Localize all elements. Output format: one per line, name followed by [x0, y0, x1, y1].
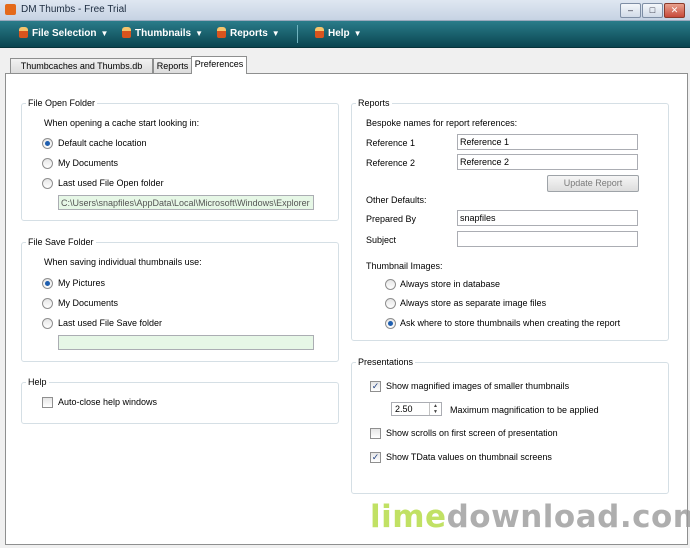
max-magnification-value: 2.50 [395, 404, 413, 414]
tab-reports[interactable]: Reports [153, 58, 192, 73]
help-title: Help [26, 377, 49, 387]
radio-label: Last used File Open folder [58, 178, 164, 188]
radio-label: My Pictures [58, 278, 106, 288]
autoclose-checkbox[interactable] [42, 397, 53, 408]
radio-my-pictures[interactable] [42, 278, 53, 289]
tab-thumbcaches[interactable]: Thumbcaches and Thumbs.db Files [10, 58, 153, 85]
menu-thumbnails[interactable]: Thumbnails ▼ [122, 27, 203, 41]
bucket-icon [315, 27, 324, 38]
close-button[interactable]: ✕ [664, 3, 685, 18]
radio-label: Ask where to store thumbnails when creat… [400, 318, 621, 328]
subject-label: Subject [366, 235, 397, 245]
radio-my-documents-save[interactable] [42, 298, 53, 309]
menu-label: Help [328, 28, 350, 39]
max-magnification-spinner[interactable]: 2.50 ▲ ▼ [391, 402, 442, 416]
reports-title: Reports [356, 98, 392, 108]
show-scrolls-label: Show scrolls on first screen of presenta… [386, 428, 558, 438]
bespoke-label: Bespoke names for report references: [366, 118, 518, 128]
subject-input[interactable] [457, 231, 638, 247]
bucket-icon [122, 27, 131, 38]
show-magnified-checkbox[interactable]: ✓ [370, 381, 381, 392]
file-save-path-field[interactable] [58, 335, 314, 350]
tab-preferences[interactable]: Preferences [191, 56, 247, 74]
file-open-title: File Open Folder [26, 98, 98, 108]
main-toolbar: File Selection ▼ Thumbnails ▼ Reports ▼ Hel… [0, 21, 690, 48]
file-open-path-field[interactable]: C:\Users\snapfiles\AppData\Local\Microso… [58, 195, 314, 210]
show-tdata-checkbox[interactable]: ✓ [370, 452, 381, 463]
menu-help[interactable]: Help ▼ [315, 27, 362, 41]
chevron-down-icon: ▼ [353, 29, 362, 38]
radio-label: Always store as separate image files [400, 298, 547, 308]
radio-last-open-folder[interactable] [42, 178, 53, 189]
menu-reports[interactable]: Reports ▼ [217, 27, 280, 41]
watermark-part1: lime [370, 499, 447, 535]
tab-strip: Thumbcaches and Thumbs.db Files Reports … [0, 56, 690, 85]
app-icon [5, 4, 16, 15]
preferences-panel: File Open Folder When opening a cache st… [5, 73, 688, 545]
radio-label: Last used File Save folder [58, 318, 163, 328]
menu-label: File Selection [32, 28, 97, 39]
minimize-button[interactable]: – [620, 3, 641, 18]
toolbar-separator [297, 25, 298, 43]
other-defaults-label: Other Defaults: [366, 195, 427, 205]
max-magnification-label: Maximum magnification to be applied [450, 405, 599, 415]
reference1-label: Reference 1 [366, 138, 416, 148]
window-title: DM Thumbs - Free Trial [21, 4, 127, 15]
chevron-down-icon: ▼ [195, 29, 204, 38]
menu-label: Reports [230, 28, 268, 39]
radio-label: Always store in database [400, 279, 501, 289]
thumbnail-images-label: Thumbnail Images: [366, 261, 443, 271]
prepared-by-input[interactable]: snapfiles [457, 210, 638, 226]
reference2-label: Reference 2 [366, 158, 416, 168]
reference1-input[interactable]: Reference 1 [457, 134, 638, 150]
radio-label: Default cache location [58, 138, 147, 148]
presentations-title: Presentations [356, 357, 416, 367]
menu-label: Thumbnails [135, 28, 192, 39]
show-scrolls-checkbox[interactable] [370, 428, 381, 439]
update-report-button[interactable]: Update Report [547, 175, 639, 192]
menu-file-selection[interactable]: File Selection ▼ [19, 27, 108, 41]
reference2-input[interactable]: Reference 2 [457, 154, 638, 170]
file-save-title: File Save Folder [26, 237, 96, 247]
show-tdata-label: Show TData values on thumbnail screens [386, 452, 552, 462]
bucket-icon [217, 27, 226, 38]
prepared-by-label: Prepared By [366, 214, 417, 224]
autoclose-label: Auto-close help windows [58, 397, 158, 407]
radio-last-save-folder[interactable] [42, 318, 53, 329]
radio-label: My Documents [58, 158, 119, 168]
spinner-arrows[interactable]: ▲ ▼ [429, 403, 441, 415]
title-bar: DM Thumbs - Free Trial – □ ✕ [0, 0, 690, 21]
radio-label: My Documents [58, 298, 119, 308]
watermark-logo: limedownload.com [370, 499, 690, 535]
chevron-down-icon: ▼ [100, 29, 109, 38]
radio-store-in-database[interactable] [385, 279, 396, 290]
radio-store-separate-files[interactable] [385, 298, 396, 309]
file-open-prompt: When opening a cache start looking in: [44, 118, 200, 128]
spin-down-icon[interactable]: ▼ [433, 409, 438, 415]
radio-ask-where-to-store[interactable] [385, 318, 396, 329]
show-magnified-label: Show magnified images of smaller thumbna… [386, 381, 570, 391]
radio-my-documents-open[interactable] [42, 158, 53, 169]
bucket-icon [19, 27, 28, 38]
watermark-part2: download.com [446, 499, 690, 535]
chevron-down-icon: ▼ [271, 29, 280, 38]
maximize-button[interactable]: □ [642, 3, 663, 18]
file-save-prompt: When saving individual thumbnails use: [44, 257, 202, 267]
radio-default-cache[interactable] [42, 138, 53, 149]
